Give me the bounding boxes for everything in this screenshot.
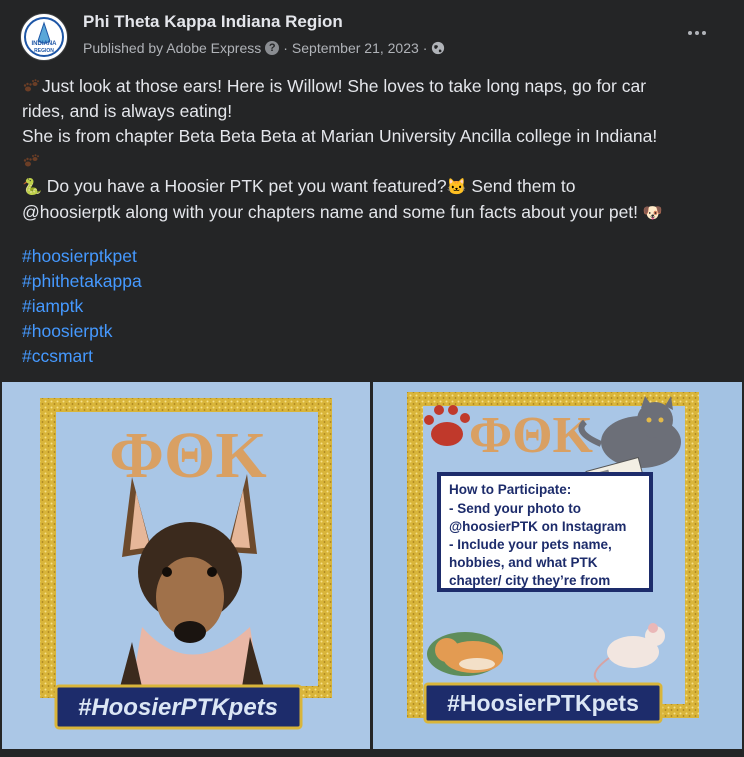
dot (702, 31, 706, 35)
message-line-3: She is from chapter Beta Beta Beta at Ma… (22, 126, 658, 146)
post-card: INDIANA REGION Phi Theta Kappa Indiana R… (0, 0, 744, 757)
help-icon[interactable]: ? (265, 41, 280, 55)
hashtag-link[interactable]: #phithetakappa (22, 269, 142, 294)
instructions-line-4: hobbies, and what PTK (449, 555, 598, 570)
post-message: Just look at those ears! Here is Willow!… (22, 74, 722, 226)
instructions-line-5: chapter/ city they’re from (449, 573, 610, 588)
post-photo-instructions[interactable]: ΦΘΚ How to Participate: - Send your phot… (373, 382, 742, 749)
hashtag-link[interactable]: #ccsmart (22, 344, 142, 369)
instructions-line-3: - Include your pets name, (449, 537, 612, 552)
avatar-line1: INDIANA (32, 41, 58, 47)
published-by-label: Published by Adobe Express (83, 40, 262, 56)
hashtag-link[interactable]: #iamptk (22, 294, 142, 319)
cat-emoji: 🐱 (446, 178, 467, 196)
post-date-link[interactable]: September 21, 2023 (292, 40, 419, 56)
avatar-line2: REGION (34, 48, 54, 54)
photo-bottom-edge (0, 749, 744, 757)
hashtag-link[interactable]: #hoosierptk (22, 319, 142, 344)
message-line-5a: Do you have a Hoosier PTK pet you want f… (41, 176, 447, 196)
dot (688, 31, 692, 35)
meta-separator: · (283, 40, 288, 56)
post-meta: Published by Adobe Express ? · September… (83, 40, 445, 56)
left-banner-text: #HoosierPTKpets (78, 694, 278, 721)
paw-prints-icon (23, 154, 39, 167)
message-line-5b: Send them to (466, 176, 576, 196)
hashtag-list: #hoosierptkpet #phithetakappa #iamptk #h… (22, 244, 142, 369)
message-line-1: Just look at those ears! Here is Willow!… (42, 76, 647, 96)
meta-separator-2: · (422, 40, 428, 56)
instructions-line-2: @hoosierPTK on Instagram (449, 519, 626, 534)
right-banner-text: #HoosierPTKpets (447, 690, 639, 716)
snake-emoji: 🐍 (22, 178, 42, 196)
page-avatar[interactable]: INDIANA REGION (20, 13, 68, 61)
hashtag-link[interactable]: #hoosierptkpet (22, 244, 142, 269)
paw-prints-icon (23, 79, 39, 92)
post-photo-willow[interactable]: ΦΘΚ #HoosierPTKpets (2, 382, 370, 749)
greek-letters: ΦΘΚ (469, 407, 594, 464)
dot (695, 31, 699, 35)
message-line-6: @hoosierptk along with your chapters nam… (22, 201, 643, 222)
instructions-line-1: - Send your photo to (449, 501, 581, 516)
globe-icon[interactable] (431, 41, 445, 55)
more-options-button[interactable] (682, 18, 712, 48)
instructions-graphic: ΦΘΚ How to Participate: - Send your phot… (373, 382, 742, 749)
ptk-indiana-logo: INDIANA REGION (22, 15, 66, 59)
dog-emoji: 🐶 (642, 204, 663, 222)
willow-photo-graphic: ΦΘΚ #HoosierPTKpets (2, 382, 370, 749)
instructions-heading: How to Participate: (449, 482, 571, 497)
message-line-2: rides, and is always eating! (22, 101, 233, 121)
page-name-link[interactable]: Phi Theta Kappa Indiana Region (83, 12, 343, 32)
sleeping-dog-illustration (427, 632, 503, 676)
